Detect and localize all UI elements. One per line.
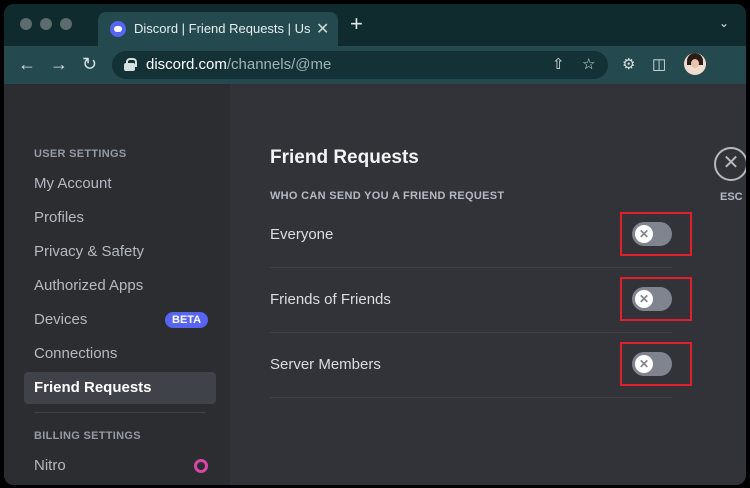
profile-avatar[interactable] [684,53,706,75]
url-path: /channels/@me [226,56,332,73]
url-text[interactable]: discord.com/channels/@me [146,56,331,73]
esc-label: ESC [720,191,743,203]
maximize-window-button[interactable] [60,18,72,30]
user-settings-header: USER SETTINGS [34,148,127,160]
sidebar-item-privacy-safety[interactable]: Privacy & Safety [24,236,216,268]
option-label-everyone: Everyone [270,226,334,243]
row-divider [270,397,672,398]
sidebar-item-authorized-apps[interactable]: Authorized Apps [24,270,216,302]
extensions-icon[interactable]: ⚙ [622,55,635,73]
side-panel-icon[interactable]: ◫ [652,55,666,73]
url-host: discord.com [146,56,227,73]
close-window-button[interactable] [20,18,32,30]
discord-settings: USER SETTINGS My Account Profiles Privac… [4,84,746,485]
sidebar-item-devices[interactable]: Devices BETA [24,304,216,336]
close-settings-button[interactable]: ✕ [714,147,746,181]
sidebar-item-nitro[interactable]: Nitro [24,450,216,482]
toggle-off-x-icon: ✕ [635,225,653,243]
toggle-off-x-icon: ✕ [635,290,653,308]
close-icon: ✕ [722,152,740,174]
title-bar: Discord | Friend Requests | User Setting… [4,4,746,46]
sidebar-item-label: Nitro [34,457,66,474]
browser-window: Discord | Friend Requests | User Setting… [4,4,746,485]
back-icon[interactable]: ← [18,54,36,74]
sidebar-item-my-account[interactable]: My Account [24,168,216,200]
row-divider [270,267,672,268]
beta-badge: BETA [165,312,209,328]
sidebar-item-label: Connections [34,345,118,362]
address-bar[interactable]: discord.com/channels/@me ⇧ ☆ [112,51,608,79]
lock-icon[interactable] [124,58,137,71]
sidebar-item-label: Privacy & Safety [34,243,145,260]
browser-tab[interactable]: Discord | Friend Requests | User Setting… [98,12,338,46]
sidebar-divider [34,412,206,413]
minimize-window-button[interactable] [40,18,52,30]
toggle-everyone[interactable]: ✕ [632,222,672,246]
sidebar-item-profiles[interactable]: Profiles [24,202,216,234]
sidebar-item-friend-requests[interactable]: Friend Requests [24,372,216,404]
option-label-friends-of-friends: Friends of Friends [270,291,391,308]
option-label-server-members: Server Members [270,356,381,373]
nitro-icon [194,459,208,473]
sidebar-item-label: Friend Requests [34,379,152,396]
discord-favicon-icon [110,21,126,37]
reload-icon[interactable]: ↻ [82,54,97,74]
bookmark-star-icon[interactable]: ☆ [582,55,595,73]
row-divider [270,332,672,333]
sidebar-item-label: Devices [34,311,88,328]
toggle-off-x-icon: ✕ [635,355,653,373]
sidebar-item-label: Profiles [34,209,85,226]
page-title: Friend Requests [270,147,419,168]
toggle-server-members[interactable]: ✕ [632,352,672,376]
browser-toolbar: ← → ↻ discord.com/channels/@me ⇧ ☆ ⚙ ◫ [4,46,746,84]
sidebar-item-label: My Account [34,175,112,192]
tab-close-icon[interactable]: ✕ [316,19,329,39]
share-icon[interactable]: ⇧ [552,55,565,73]
toggle-friends-of-friends[interactable]: ✕ [632,287,672,311]
sidebar-item-connections[interactable]: Connections [24,338,216,370]
settings-sidebar: USER SETTINGS My Account Profiles Privac… [4,84,230,485]
tab-search-chevron-icon[interactable]: ⌄ [719,16,729,30]
settings-main: Friend Requests WHO CAN SEND YOU A FRIEN… [230,84,746,485]
new-tab-button[interactable]: + [350,13,363,35]
forward-icon[interactable]: → [50,54,68,74]
friend-request-subheader: WHO CAN SEND YOU A FRIEND REQUEST [270,190,505,202]
billing-settings-header: BILLING SETTINGS [34,430,141,442]
sidebar-item-label: Authorized Apps [34,277,144,294]
tab-title: Discord | Friend Requests | User Setting… [134,21,310,36]
